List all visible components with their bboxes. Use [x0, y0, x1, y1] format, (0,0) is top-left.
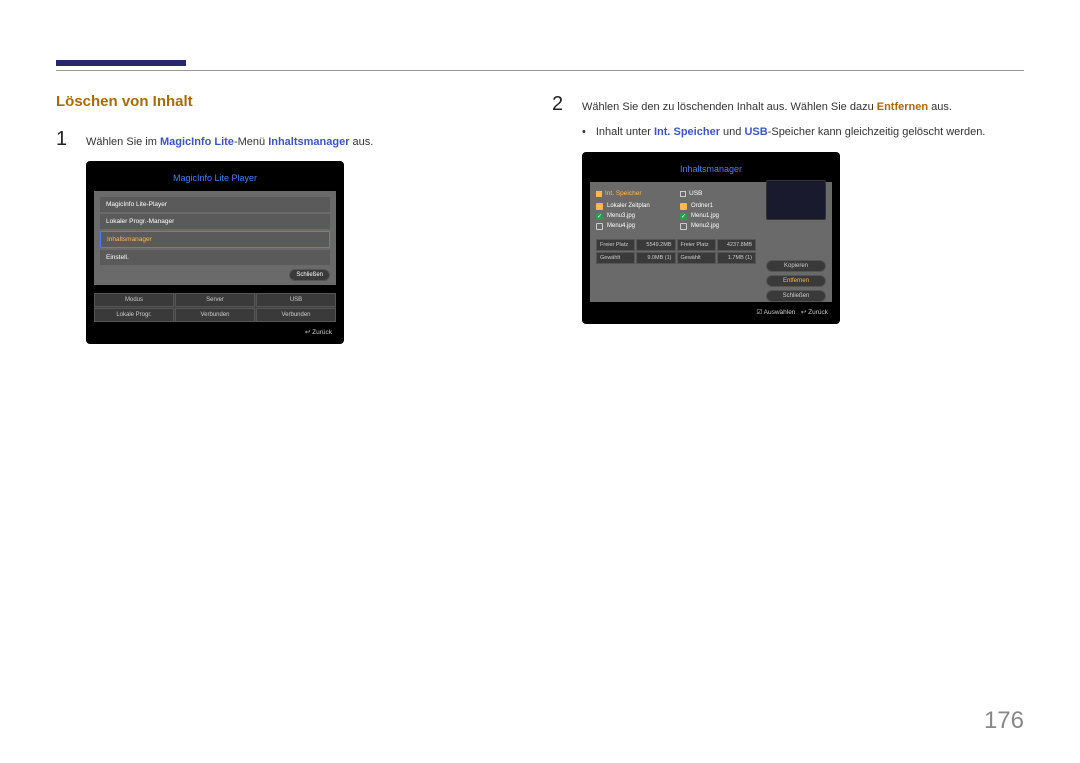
highlight-usb: USB — [744, 126, 767, 138]
highlight-int-speicher: Int. Speicher — [654, 126, 720, 138]
step-text: Wählen Sie den zu löschenden Inhalt aus.… — [582, 101, 952, 113]
text: -Menü — [234, 136, 268, 148]
text: Wählen Sie den zu löschenden Inhalt aus.… — [582, 101, 877, 113]
list-item[interactable]: ✓ Menu1.jpg — [680, 211, 758, 221]
label: Int. Speicher — [605, 190, 642, 197]
list-item[interactable]: ✓ Menu3.jpg — [596, 211, 674, 221]
menu-area: MagicInfo Lite-Player Lokaler Progr.-Man… — [94, 191, 336, 285]
status-value: Verbunden — [256, 308, 336, 322]
select-button[interactable]: Auswählen — [756, 309, 795, 316]
side-buttons: Kopieren Entfernen Schließen — [766, 260, 826, 302]
copy-button[interactable]: Kopieren — [766, 260, 826, 272]
label: Lokaler Zeitplan — [607, 203, 650, 209]
footer-row: Zurück — [94, 322, 336, 336]
content-columns: Löschen von Inhalt 1 Wählen Sie im Magic… — [56, 93, 1024, 344]
status-value: Verbunden — [175, 308, 255, 322]
text: Inhalt unter — [596, 126, 654, 138]
info-value: 9.0MB (1) — [636, 252, 675, 264]
content-manager-screenshot: Inhaltsmanager Kopieren Entfernen Schlie… — [582, 152, 840, 324]
step-1: 1 Wählen Sie im MagicInfo Lite-Menü Inha… — [56, 128, 528, 151]
footer-row: Auswählen Zurück — [590, 302, 832, 316]
usb-col: USB Ordner1 ✓ Menu1.jpg Menu2.jpg — [680, 188, 758, 231]
magicinfo-player-screenshot: MagicInfo Lite Player MagicInfo Lite-Pla… — [86, 161, 344, 344]
header-accent — [56, 60, 186, 66]
text: aus. — [350, 136, 374, 148]
list-item[interactable]: Lokaler Zeitplan — [596, 201, 674, 211]
checkbox-icon[interactable] — [680, 203, 687, 210]
highlight-inhaltsmanager: Inhaltsmanager — [268, 136, 349, 148]
check-icon — [596, 191, 602, 197]
header-rule — [56, 70, 1024, 71]
panel-title: MagicInfo Lite Player — [94, 169, 336, 191]
checkbox-icon[interactable]: ✓ — [596, 213, 603, 220]
info-label: Freier Platz — [596, 239, 635, 251]
checkbox-icon[interactable] — [680, 223, 687, 230]
manual-page: Löschen von Inhalt 1 Wählen Sie im Magic… — [0, 0, 1080, 344]
label: Menu1.jpg — [691, 213, 719, 219]
preview-box — [766, 180, 826, 220]
status-header: USB — [256, 293, 336, 307]
step-number: 2 — [552, 93, 568, 116]
bullet-note: Inhalt unter Int. Speicher und USB-Speic… — [582, 126, 1024, 138]
back-button[interactable]: Zurück — [305, 329, 332, 336]
info-label: Freier Platz — [677, 239, 716, 251]
menu-item-selected[interactable]: Inhaltsmanager — [100, 231, 330, 248]
checkbox-icon[interactable]: ✓ — [680, 213, 687, 220]
label: Menu3.jpg — [607, 213, 635, 219]
cm-body: Kopieren Entfernen Schließen Int. Speich… — [590, 182, 832, 302]
step-number: 1 — [56, 128, 72, 151]
int-storage-col: Int. Speicher Lokaler Zeitplan ✓ Menu3.jp… — [596, 188, 674, 231]
highlight-entfernen: Entfernen — [877, 101, 928, 113]
bullet-text: Inhalt unter Int. Speicher und USB-Speic… — [596, 126, 986, 138]
step-2: 2 Wählen Sie den zu löschenden Inhalt au… — [552, 93, 1024, 116]
info-label: Gewählt — [596, 252, 635, 264]
status-header: Modus — [94, 293, 174, 307]
menu-item[interactable]: Lokaler Progr.-Manager — [100, 214, 330, 229]
info-grid: Freier Platz 5549.2MB Freier Platz 4237.… — [596, 239, 756, 264]
left-column: Löschen von Inhalt 1 Wählen Sie im Magic… — [56, 93, 528, 344]
info-value: 5549.2MB — [636, 239, 675, 251]
checkbox-icon[interactable] — [596, 223, 603, 230]
highlight-magicinfo: MagicInfo Lite — [160, 136, 234, 148]
panel-title: Inhaltsmanager — [590, 160, 832, 182]
status-grid: Modus Server USB Lokale Progr. Verbunden… — [94, 293, 336, 322]
content-manager-wrap: Inhaltsmanager Kopieren Entfernen Schlie… — [582, 152, 840, 324]
label: Menu2.jpg — [691, 223, 719, 229]
text: -Speicher kann gleichzeitig gelöscht wer… — [768, 126, 986, 138]
label: USB — [689, 190, 702, 197]
cm-columns: Int. Speicher Lokaler Zeitplan ✓ Menu3.jp… — [596, 188, 758, 231]
list-item[interactable]: Menu2.jpg — [680, 221, 758, 231]
info-value: 1.7MB (1) — [717, 252, 756, 264]
info-label: Gewählt — [677, 252, 716, 264]
step-text: Wählen Sie im MagicInfo Lite-Menü Inhalt… — [86, 136, 373, 148]
col-header-usb[interactable]: USB — [680, 188, 758, 201]
menu-item[interactable]: Einstell. — [100, 250, 330, 265]
text: aus. — [928, 101, 952, 113]
status-header: Server — [175, 293, 255, 307]
col-header-int[interactable]: Int. Speicher — [596, 188, 674, 201]
list-item[interactable]: Ordner1 — [680, 201, 758, 211]
back-button[interactable]: Zurück — [801, 309, 828, 316]
info-value: 4237.8MB — [717, 239, 756, 251]
text: Wählen Sie im — [86, 136, 160, 148]
text: und — [720, 126, 744, 138]
section-title: Löschen von Inhalt — [56, 93, 528, 110]
label: Menu4.jpg — [607, 223, 635, 229]
list-item[interactable]: Menu4.jpg — [596, 221, 674, 231]
page-number: 176 — [984, 707, 1024, 735]
menu-item[interactable]: MagicInfo Lite-Player — [100, 197, 330, 212]
close-button[interactable]: Schließen — [766, 290, 826, 302]
checkbox-icon[interactable] — [596, 203, 603, 210]
close-button[interactable]: Schließen — [289, 269, 330, 281]
remove-button[interactable]: Entfernen — [766, 275, 826, 287]
label: Ordner1 — [691, 203, 713, 209]
check-icon — [680, 191, 686, 197]
status-value: Lokale Progr. — [94, 308, 174, 322]
right-column: 2 Wählen Sie den zu löschenden Inhalt au… — [552, 93, 1024, 344]
